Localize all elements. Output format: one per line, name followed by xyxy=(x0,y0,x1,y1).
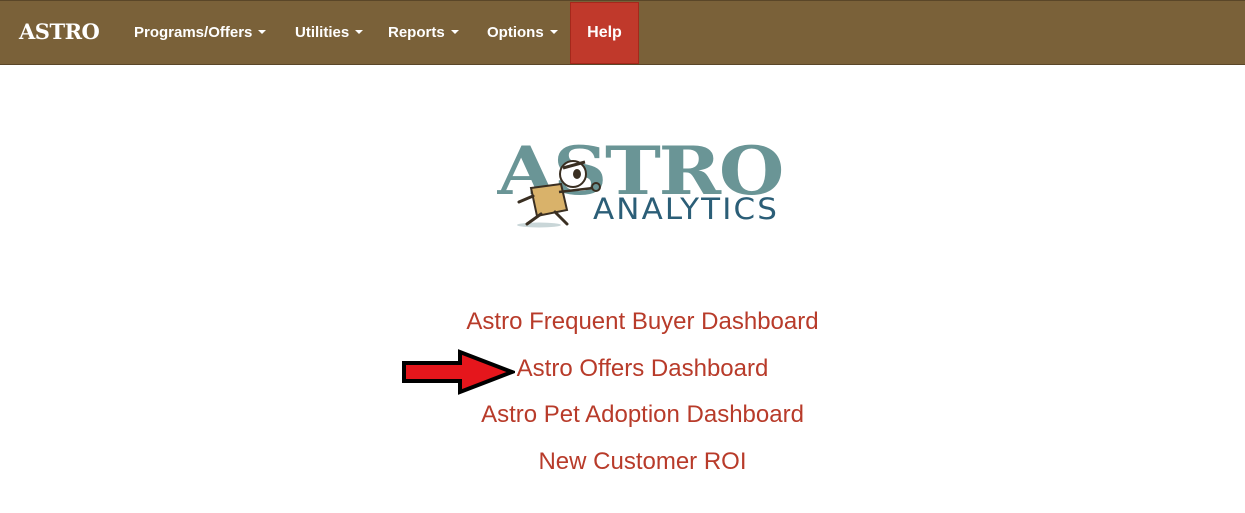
link-offers-dashboard[interactable]: Astro Offers Dashboard xyxy=(0,355,1245,383)
logo-graphic: ASTRO ANALYTICS xyxy=(496,132,784,228)
menu-utilities-label: Utilities xyxy=(295,24,350,41)
menu-reports[interactable]: Reports xyxy=(388,1,459,65)
red-arrow-icon xyxy=(402,349,515,395)
top-navbar: ASTRO Programs/Offers Utilities Reports … xyxy=(0,0,1245,65)
menu-utilities[interactable]: Utilities xyxy=(295,1,364,65)
logo-subtitle: ANALYTICS xyxy=(593,192,779,226)
caret-down-icon xyxy=(549,30,558,35)
menu-programs-offers[interactable]: Programs/Offers xyxy=(134,1,267,65)
link-frequent-buyer-dashboard[interactable]: Astro Frequent Buyer Dashboard xyxy=(0,308,1245,336)
help-button[interactable]: Help xyxy=(570,2,639,64)
caret-down-icon xyxy=(258,30,267,35)
link-new-customer-roi[interactable]: New Customer ROI xyxy=(0,448,1245,476)
menu-reports-label: Reports xyxy=(388,24,445,41)
brand-logo[interactable]: ASTRO xyxy=(19,20,100,44)
menu-programs-offers-label: Programs/Offers xyxy=(134,24,253,41)
astro-analytics-logo: ASTRO ANALYTICS xyxy=(496,132,787,232)
caret-down-icon xyxy=(355,30,364,35)
link-pet-adoption-dashboard[interactable]: Astro Pet Adoption Dashboard xyxy=(0,401,1245,429)
menu-options-label: Options xyxy=(487,24,544,41)
menu-options[interactable]: Options xyxy=(487,1,558,65)
caret-down-icon xyxy=(450,30,459,35)
